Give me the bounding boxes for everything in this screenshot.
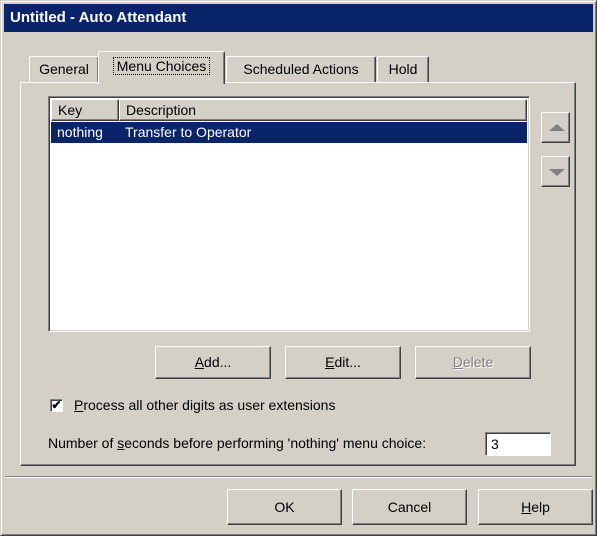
edit-button[interactable]: Edit...: [285, 346, 401, 379]
tab-general[interactable]: General: [29, 56, 99, 82]
move-down-button[interactable]: [541, 156, 570, 187]
process-digits-label[interactable]: Process all other digits as user extensi…: [74, 397, 335, 413]
seconds-label: Number of seconds before performing 'not…: [48, 435, 427, 451]
help-button[interactable]: Help: [478, 489, 593, 525]
title-bar[interactable]: Untitled - Auto Attendant: [4, 4, 593, 32]
list-header: Key Description: [51, 99, 527, 121]
delete-button[interactable]: Delete: [415, 346, 531, 379]
seconds-input-value: 3: [491, 436, 499, 452]
list-item-description: Transfer to Operator: [125, 124, 252, 140]
tab-menu-choices[interactable]: Menu Choices: [98, 51, 225, 84]
ok-button[interactable]: OK: [227, 489, 342, 525]
tab-scheduled-actions-label: Scheduled Actions: [243, 61, 359, 77]
column-header-key[interactable]: Key: [51, 99, 119, 121]
tab-general-label: General: [39, 61, 89, 77]
triangle-up-icon: [549, 124, 565, 131]
tab-scheduled-actions[interactable]: Scheduled Actions: [226, 56, 376, 82]
list-item[interactable]: nothing Transfer to Operator: [51, 122, 527, 143]
tab-hold[interactable]: Hold: [377, 56, 429, 82]
process-digits-checkbox[interactable]: ✔: [50, 399, 63, 412]
list-item-key: nothing: [57, 124, 103, 140]
footer-separator: [5, 476, 592, 478]
move-up-button[interactable]: [541, 112, 570, 143]
tab-menu-choices-label: Menu Choices: [112, 57, 211, 75]
add-button[interactable]: Add...: [155, 346, 271, 379]
auto-attendant-dialog: Untitled - Auto Attendant General Menu C…: [0, 0, 597, 536]
seconds-input[interactable]: 3: [485, 432, 551, 456]
column-header-description[interactable]: Description: [119, 99, 527, 121]
menu-choices-list[interactable]: Key Description nothing Transfer to Oper…: [48, 96, 530, 332]
cancel-button[interactable]: Cancel: [352, 489, 467, 525]
check-mark-icon: ✔: [51, 398, 62, 412]
tab-hold-label: Hold: [388, 61, 418, 77]
window-title: Untitled - Auto Attendant: [10, 9, 187, 26]
triangle-down-icon: [549, 169, 565, 176]
